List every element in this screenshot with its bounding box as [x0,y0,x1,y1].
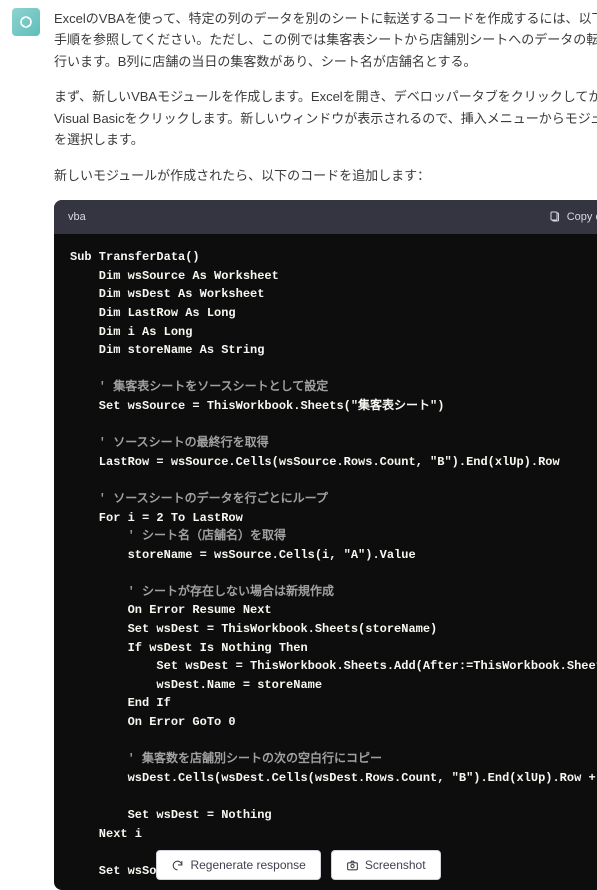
code-line: Dim i As Long [70,325,192,339]
code-body[interactable]: Sub TransferData() Dim wsSource As Works… [54,234,597,890]
code-line: Set wsDest = ThisWorkbook.Sheets(storeNa… [70,622,437,636]
code-line: Dim wsSource As Worksheet [70,269,279,283]
assistant-avatar [12,8,40,36]
code-line: Dim LastRow As Long [70,306,236,320]
code-line: LastRow = wsSource.Cells(wsSource.Rows.C… [70,455,560,469]
code-line: Set wsDest = ThisWorkbook.Sheets.Add(Aft… [70,659,597,673]
openai-icon [17,13,35,31]
paragraph-2: まず、新しいVBAモジュールを作成します。Excelを開き、デベロッパータブをク… [54,86,597,150]
code-line: ' ソースシートの最終行を取得 [70,436,269,450]
code-line: Next i [70,827,142,841]
code-header: vba Copy code [54,200,597,234]
clipboard-icon [549,211,561,223]
code-card: vba Copy code Sub TransferData() Dim wsS… [54,200,597,890]
code-line: wsDest.Name = storeName [70,678,322,692]
paragraph-3: 新しいモジュールが作成されたら、以下のコードを追加します： [54,165,597,186]
regenerate-label: Regenerate response [190,858,305,872]
code-line: Set wsDest = Nothing [70,808,272,822]
copy-code-button[interactable]: Copy code [549,208,597,226]
screenshot-button[interactable]: Screenshot [331,850,441,880]
code-line: On Error Resume Next [70,603,272,617]
answer-row: ExcelのVBAを使って、特定の列のデータを別のシートに転送するコードを作成す… [0,0,597,890]
footer-buttons: Regenerate response Screenshot [0,850,597,880]
code-line: ' 集客数を店舗別シートの次の空白行にコピー [70,752,382,766]
assistant-message: ExcelのVBAを使って、特定の列のデータを別のシートに転送するコードを作成す… [54,8,597,890]
code-line: wsDest.Cells(wsDest.Cells(wsDest.Rows.Co… [70,771,597,785]
page: ExcelのVBAを使って、特定の列のデータを別のシートに転送するコードを作成す… [0,0,597,890]
code-line: Dim wsDest As Worksheet [70,287,264,301]
regenerate-button[interactable]: Regenerate response [156,850,320,880]
copy-code-label: Copy code [567,208,597,226]
code-line: Sub TransferData() [70,250,200,264]
code-line: ' シート名（店舗名）を取得 [70,529,286,543]
code-lang: vba [68,208,86,226]
code-line: For i = 2 To LastRow [70,511,243,525]
code-line: If wsDest Is Nothing Then [70,641,308,655]
code-line: storeName = wsSource.Cells(i, "A").Value [70,548,416,562]
code-line: ' シートが存在しない場合は新規作成 [70,585,334,599]
refresh-icon [171,859,184,872]
camera-icon [346,859,359,872]
screenshot-label: Screenshot [365,858,426,872]
code-line: ' 集客表シートをソースシートとして設定 [70,380,328,394]
code-line: End If [70,696,171,710]
code-line: Dim storeName As String [70,343,264,357]
code-line: Set wsSource = ThisWorkbook.Sheets("集客表シ… [70,399,444,413]
code-line: ' ソースシートのデータを行ごとにループ [70,492,328,506]
paragraph-1: ExcelのVBAを使って、特定の列のデータを別のシートに転送するコードを作成す… [54,8,597,72]
code-line: On Error GoTo 0 [70,715,236,729]
